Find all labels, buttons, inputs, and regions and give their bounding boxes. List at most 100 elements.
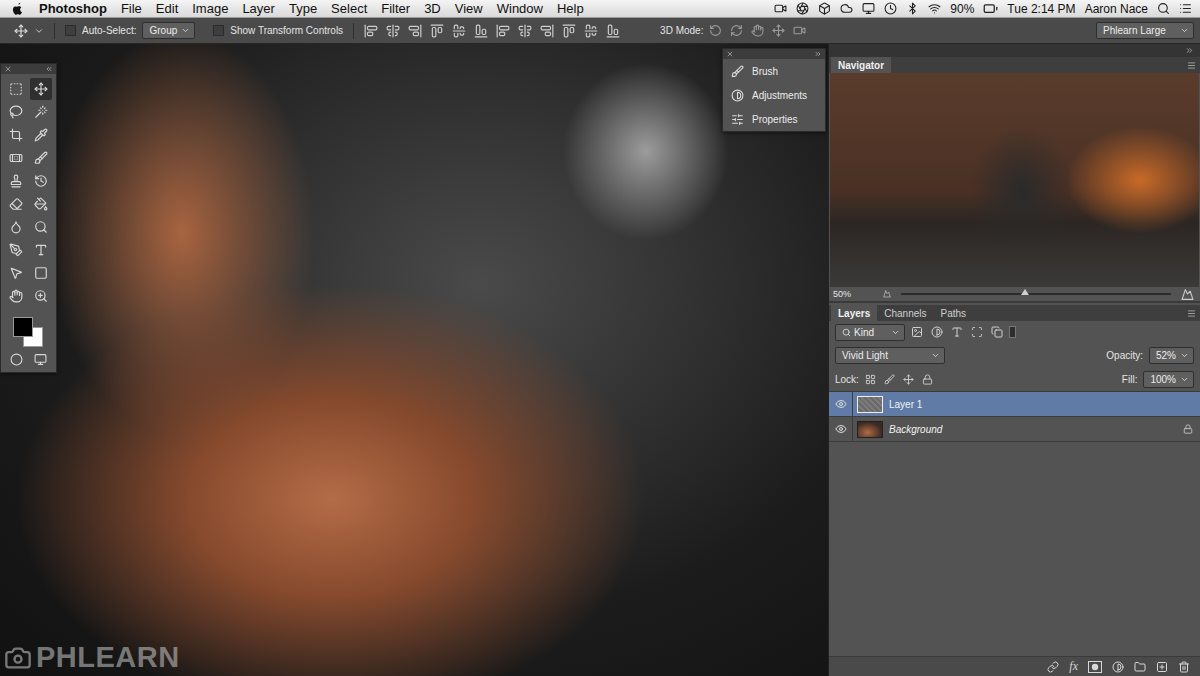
menu-item[interactable]: Type: [282, 1, 324, 16]
screen-mode-icon[interactable]: [34, 353, 47, 366]
preset-chevron-icon[interactable]: [34, 26, 44, 36]
bluetooth-icon[interactable]: [906, 2, 919, 15]
foreground-color-swatch[interactable]: [13, 317, 33, 337]
type-filter-icon[interactable]: [951, 326, 963, 338]
tool-button[interactable]: [5, 239, 27, 261]
layer-style-button[interactable]: fx: [1069, 659, 1078, 674]
menu-item[interactable]: Edit: [149, 1, 185, 16]
new-group-icon[interactable]: [1134, 661, 1146, 673]
3d-mode-icon[interactable]: [730, 24, 743, 37]
visibility-toggle[interactable]: [829, 417, 853, 441]
lock-transparent-icon[interactable]: [865, 374, 876, 385]
panel-menu-icon[interactable]: [1187, 309, 1196, 318]
align-icon[interactable]: [496, 24, 510, 38]
blend-mode-dropdown[interactable]: Vivid Light: [835, 347, 945, 364]
visibility-toggle[interactable]: [829, 392, 853, 416]
lock-position-icon[interactable]: [903, 374, 914, 385]
zoom-value[interactable]: 50%: [833, 289, 873, 299]
tool-button[interactable]: [5, 78, 27, 100]
layer-row[interactable]: Background: [829, 417, 1200, 442]
menu-item[interactable]: Layer: [235, 1, 282, 16]
panel-button[interactable]: Properties: [723, 107, 825, 131]
3d-mode-icon[interactable]: [709, 24, 722, 37]
video-icon[interactable]: [774, 2, 787, 15]
tool-button[interactable]: [30, 101, 52, 123]
tool-button[interactable]: [30, 285, 52, 307]
tool-button[interactable]: [5, 216, 27, 238]
tool-button[interactable]: [5, 285, 27, 307]
panel-menu-icon[interactable]: [1187, 61, 1196, 70]
delete-layer-icon[interactable]: [1178, 661, 1190, 673]
collapse-dock-icon[interactable]: [1185, 46, 1194, 55]
tool-button[interactable]: [5, 124, 27, 146]
smart-filter-icon[interactable]: [991, 326, 1003, 338]
move-tool-preset-icon[interactable]: [14, 24, 28, 38]
menu-item[interactable]: Filter: [374, 1, 417, 16]
align-icon[interactable]: [430, 24, 444, 38]
shape-filter-icon[interactable]: [971, 326, 983, 338]
align-icon[interactable]: [386, 24, 400, 38]
pixel-filter-icon[interactable]: [911, 326, 923, 338]
wifi-icon[interactable]: [928, 2, 941, 15]
navigator-preview[interactable]: [830, 73, 1199, 287]
zoom-out-icon[interactable]: [883, 290, 891, 298]
transform-controls-checkbox[interactable]: [213, 25, 224, 36]
notifications-icon[interactable]: [1179, 2, 1192, 15]
aperture-icon[interactable]: [796, 2, 809, 15]
menu-item[interactable]: Image: [185, 1, 235, 16]
tool-button[interactable]: [30, 239, 52, 261]
align-icon[interactable]: [540, 24, 554, 38]
clock-icon[interactable]: [884, 2, 897, 15]
align-icon[interactable]: [584, 24, 598, 38]
align-icon[interactable]: [518, 24, 532, 38]
align-icon[interactable]: [364, 24, 378, 38]
menu-item[interactable]: 3D: [417, 1, 448, 16]
zoom-slider-knob[interactable]: [1021, 289, 1029, 295]
3d-mode-icon[interactable]: [751, 24, 764, 37]
tool-button[interactable]: [5, 262, 27, 284]
tool-button[interactable]: [30, 147, 52, 169]
panel-tab[interactable]: Channels: [877, 305, 933, 321]
filter-kind-dropdown[interactable]: Kind: [835, 324, 905, 341]
monitor-icon[interactable]: [862, 2, 875, 15]
cloud-icon[interactable]: [840, 2, 853, 15]
close-icon[interactable]: [726, 50, 734, 58]
dock-header[interactable]: [829, 44, 1200, 57]
menu-item[interactable]: View: [448, 1, 490, 16]
collapse-icon[interactable]: [45, 65, 53, 73]
tool-button[interactable]: [30, 124, 52, 146]
collapsed-panels-header[interactable]: [723, 49, 825, 59]
battery-percent[interactable]: 90%: [950, 2, 974, 16]
menu-item[interactable]: File: [114, 1, 149, 16]
lock-all-icon[interactable]: [922, 374, 933, 385]
spotlight-icon[interactable]: [1157, 2, 1170, 15]
new-adjustment-icon[interactable]: [1112, 661, 1124, 673]
align-icon[interactable]: [474, 24, 488, 38]
app-menu[interactable]: Photoshop: [32, 1, 114, 16]
tool-button[interactable]: [30, 216, 52, 238]
layer-name[interactable]: Background: [889, 424, 1176, 435]
zoom-in-icon[interactable]: [1181, 288, 1194, 301]
tool-button[interactable]: [30, 78, 52, 100]
align-icon[interactable]: [452, 24, 466, 38]
box-icon[interactable]: [818, 2, 831, 15]
expand-icon[interactable]: [814, 50, 822, 58]
align-icon[interactable]: [562, 24, 576, 38]
new-layer-icon[interactable]: [1156, 661, 1168, 673]
tool-button[interactable]: [5, 193, 27, 215]
tools-panel-header[interactable]: [1, 64, 56, 74]
zoom-slider[interactable]: [901, 293, 1171, 295]
navigator-tab[interactable]: Navigator: [831, 57, 891, 73]
auto-select-checkbox[interactable]: [65, 25, 76, 36]
battery-icon[interactable]: [983, 1, 998, 16]
filter-toggle[interactable]: [1009, 326, 1016, 338]
tool-button[interactable]: [5, 147, 27, 169]
quick-mask-icon[interactable]: [10, 353, 23, 366]
align-icon[interactable]: [408, 24, 422, 38]
close-icon[interactable]: [4, 65, 12, 73]
menu-item[interactable]: Window: [490, 1, 550, 16]
panel-tab[interactable]: Paths: [934, 305, 974, 321]
tool-button[interactable]: [5, 101, 27, 123]
tool-button[interactable]: [5, 170, 27, 192]
3d-mode-icon[interactable]: [772, 24, 785, 37]
